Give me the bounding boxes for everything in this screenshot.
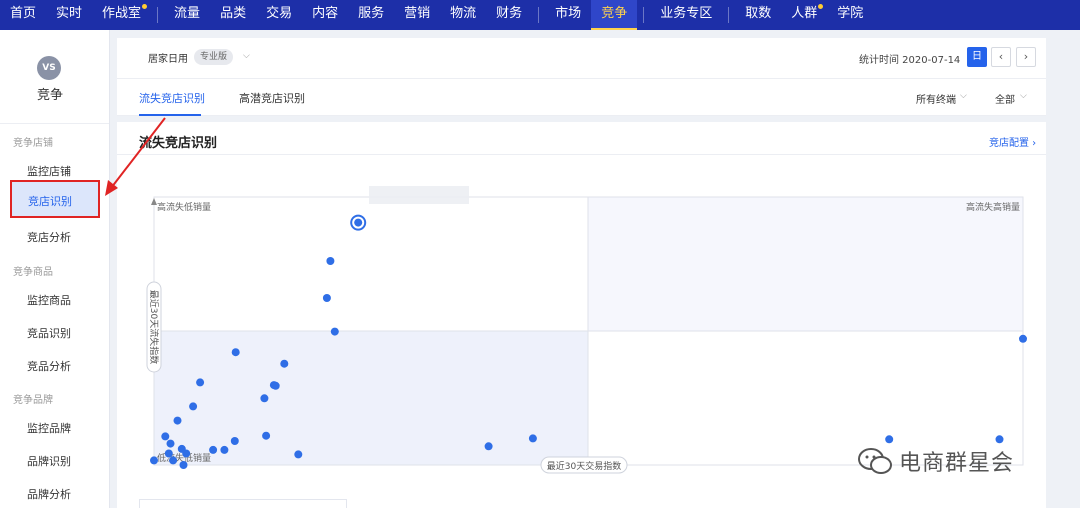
scatter-point[interactable] [169, 456, 178, 465]
scatter-point[interactable] [322, 294, 331, 302]
sidebar-item-shop-recognition[interactable]: 竞店识别 [10, 180, 100, 218]
scatter-point[interactable] [280, 359, 289, 368]
highlighted-point[interactable] [354, 218, 363, 227]
active-tab-underline [139, 114, 201, 116]
nav-item[interactable]: 品类 [210, 0, 256, 30]
notification-dot-icon [818, 4, 824, 9]
scatter-point[interactable] [166, 439, 175, 448]
tab-potential-shop[interactable]: 高潜竞店识别 [239, 90, 305, 106]
nav-item[interactable]: 财务 [486, 0, 532, 30]
nav-item[interactable]: 学院 [827, 0, 873, 30]
nav-item[interactable]: 内容 [302, 0, 348, 30]
scatter-point[interactable] [995, 435, 1004, 444]
sidebar-item-brand-recognition[interactable]: 品牌识别 [27, 453, 71, 469]
scatter-point[interactable] [231, 348, 240, 357]
edition-badge: 专业版 [194, 49, 234, 65]
chevron-down-icon: ⌵ [960, 91, 967, 101]
sidebar-item-monitor-shop[interactable]: 监控店铺 [27, 163, 71, 179]
scatter-point[interactable] [173, 416, 182, 425]
scatter-point[interactable] [189, 402, 198, 411]
next-date-button[interactable]: › [1016, 47, 1036, 67]
sidebar-group-shop: 竞争店铺 [13, 138, 53, 149]
nav-item[interactable]: 流量 [164, 0, 210, 30]
chevron-down-icon[interactable]: ⌵ [243, 51, 250, 61]
scatter-point[interactable] [260, 394, 269, 403]
sidebar: VS 竞争 竞争店铺 监控店铺 竞店识别 竞店分析 竞争商品 监控商品 竞品识别… [0, 30, 110, 508]
notification-dot-icon [142, 4, 148, 9]
nav-item[interactable]: 营销 [394, 0, 440, 30]
nav-item[interactable]: 物流 [440, 0, 486, 30]
nav-item[interactable]: 业务专区 [650, 0, 722, 30]
nav-separator [643, 7, 645, 23]
sidebar-group-brand: 竞争品牌 [13, 395, 53, 406]
scatter-point[interactable] [262, 431, 271, 440]
scatter-point[interactable] [484, 442, 493, 451]
scatter-point[interactable] [326, 257, 335, 265]
chevron-down-icon: ⌵ [1020, 91, 1027, 101]
stat-time: 统计时间 2020-07-14 [859, 55, 961, 66]
scatter-point[interactable] [271, 381, 280, 390]
blurred-shop-name [369, 186, 469, 204]
filter-bar: 居家日用 专业版 ⌵ 统计时间 2020-07-14 日 ‹ › [117, 38, 1046, 78]
x-axis-label: 最近30天交易指数 [547, 460, 621, 472]
watermark-text: 电商群星会 [899, 451, 1015, 476]
nav-separator [538, 7, 540, 23]
scatter-point[interactable] [164, 449, 173, 458]
scatter-point[interactable] [330, 327, 339, 336]
prev-date-button[interactable]: ‹ [991, 47, 1011, 67]
sidebar-item-monitor-product[interactable]: 监控商品 [27, 292, 71, 308]
scatter-point[interactable] [182, 449, 191, 458]
scatter-point[interactable] [220, 445, 229, 454]
category-selector[interactable]: 居家日用 [148, 50, 188, 65]
scatter-point[interactable] [294, 450, 303, 459]
divider [0, 123, 109, 124]
nav-separator [728, 7, 730, 23]
sidebar-item-brand-analysis[interactable]: 品牌分析 [27, 486, 71, 502]
scatter-point[interactable] [179, 461, 188, 469]
tab-lost-shop[interactable]: 流失竞店识别 [139, 90, 205, 106]
sidebar-item-shop-analysis[interactable]: 竞店分析 [27, 229, 71, 245]
nav-item[interactable]: 市场 [545, 0, 591, 30]
scatter-point[interactable] [161, 432, 170, 441]
tabs-bar: 流失竞店识别 高潜竞店识别 所有终端 ⌵ 全部 ⌵ [117, 78, 1046, 116]
scatter-point[interactable] [150, 456, 158, 465]
day-button[interactable]: 日 [967, 47, 987, 67]
nav-item[interactable]: 实时 [46, 0, 92, 30]
scatter-point[interactable] [230, 437, 239, 445]
sidebar-group-product: 竞争商品 [13, 267, 53, 278]
nav-separator [157, 7, 159, 23]
scatter-point[interactable] [209, 445, 218, 454]
scatter-point[interactable] [885, 435, 894, 444]
quadrant-bottom-left [154, 331, 588, 465]
sidebar-title: 竞争 [36, 88, 63, 103]
nav-item[interactable]: 作战室 [92, 0, 151, 30]
terminal-dropdown[interactable]: 所有终端 [916, 91, 956, 106]
quadrant-top-right [588, 197, 1023, 331]
competition-logo-icon: VS [37, 56, 61, 80]
top-navigation: 首页 实时 作战室 流量 品类 交易 内容 服务 营销 物流 财务 市场 竞争 业务专区 取数 人群 学院 [0, 0, 1080, 30]
nav-item[interactable]: 服务 [348, 0, 394, 30]
y-axis-label: 最近30天流失指数 [148, 290, 160, 364]
nav-item[interactable]: 取数 [735, 0, 781, 30]
quadrant-label-top-left: 高流失低销量 [157, 201, 211, 213]
scatter-point[interactable] [196, 378, 205, 387]
watermark: 电商群星会 [857, 445, 1014, 477]
sidebar-item-product-analysis[interactable]: 竞品分析 [27, 358, 71, 374]
sidebar-item-monitor-brand[interactable]: 监控品牌 [27, 420, 71, 436]
wechat-icon [858, 448, 892, 474]
nav-item[interactable]: 交易 [256, 0, 302, 30]
scatter-point[interactable] [1019, 334, 1027, 343]
nav-item[interactable]: 首页 [0, 0, 46, 30]
quadrant-label-top-right: 高流失高销量 [966, 201, 1020, 213]
y-axis-label-group: 最近30天流失指数 [146, 281, 162, 373]
scope-dropdown[interactable]: 全部 [995, 91, 1015, 106]
scatter-point[interactable] [528, 434, 537, 443]
nav-item[interactable]: 人群 [781, 0, 827, 30]
sidebar-item-product-recognition[interactable]: 竞品识别 [27, 325, 71, 341]
sub-panel [139, 499, 347, 508]
nav-item[interactable]: 竞争 [591, 0, 638, 30]
sidebar-item-label: 竞店识别 [28, 195, 72, 208]
